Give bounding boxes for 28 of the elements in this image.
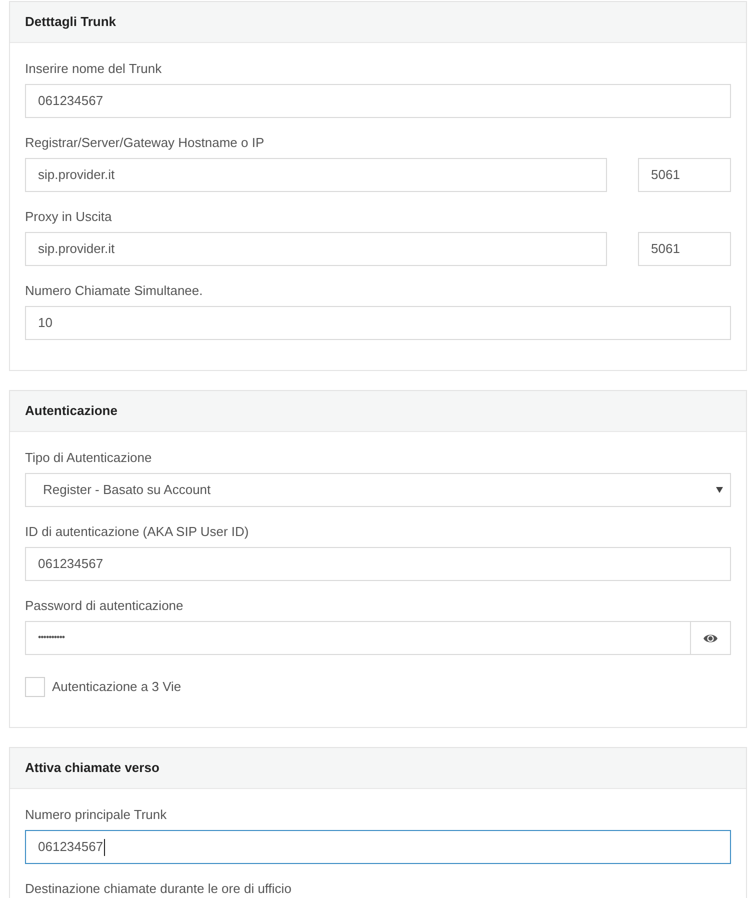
- section-title: Attiva chiamate verso: [25, 759, 160, 778]
- text-field[interactable]: 10: [25, 306, 731, 340]
- show-password-button[interactable]: [691, 621, 731, 655]
- text-field[interactable]: 061234567: [25, 547, 731, 581]
- port-field[interactable]: 5061: [638, 232, 731, 266]
- field-label: Tipo di Autenticazione: [25, 449, 152, 467]
- field-label: Proxy in Uscita: [25, 208, 112, 226]
- field-label: Password di autenticazione: [25, 597, 184, 615]
- port-field[interactable]: 5061: [638, 158, 731, 192]
- field-label: Numero Chiamate Simultanee.: [25, 282, 203, 300]
- text-field[interactable]: ••••••••••: [25, 621, 691, 655]
- text-field[interactable]: 061234567: [25, 830, 731, 864]
- dropdown-select[interactable]: Register - Basato su Account: [25, 473, 731, 507]
- checkbox[interactable]: [25, 677, 45, 697]
- section-title: Detttagli Trunk: [25, 13, 116, 32]
- field-label: ID di autenticazione (AKA SIP User ID): [25, 523, 249, 541]
- text-field[interactable]: sip.provider.it: [25, 232, 607, 266]
- section-title: Autenticazione: [25, 402, 118, 420]
- eye-icon: [703, 632, 718, 644]
- field-label: Registrar/Server/Gateway Hostname o IP: [25, 134, 264, 152]
- field-label: Inserire nome del Trunk: [25, 60, 162, 78]
- text-field[interactable]: 061234567: [25, 84, 731, 118]
- text-field[interactable]: sip.provider.it: [25, 158, 607, 192]
- text-cursor: [104, 838, 106, 856]
- checkbox-label: Autenticazione a 3 Vie: [52, 678, 182, 696]
- field-label: Numero principale Trunk: [25, 806, 167, 824]
- field-label: Destinazione chiamate durante le ore di ufficio: [25, 880, 292, 898]
- dropdown-caret-icon: [716, 487, 723, 493]
